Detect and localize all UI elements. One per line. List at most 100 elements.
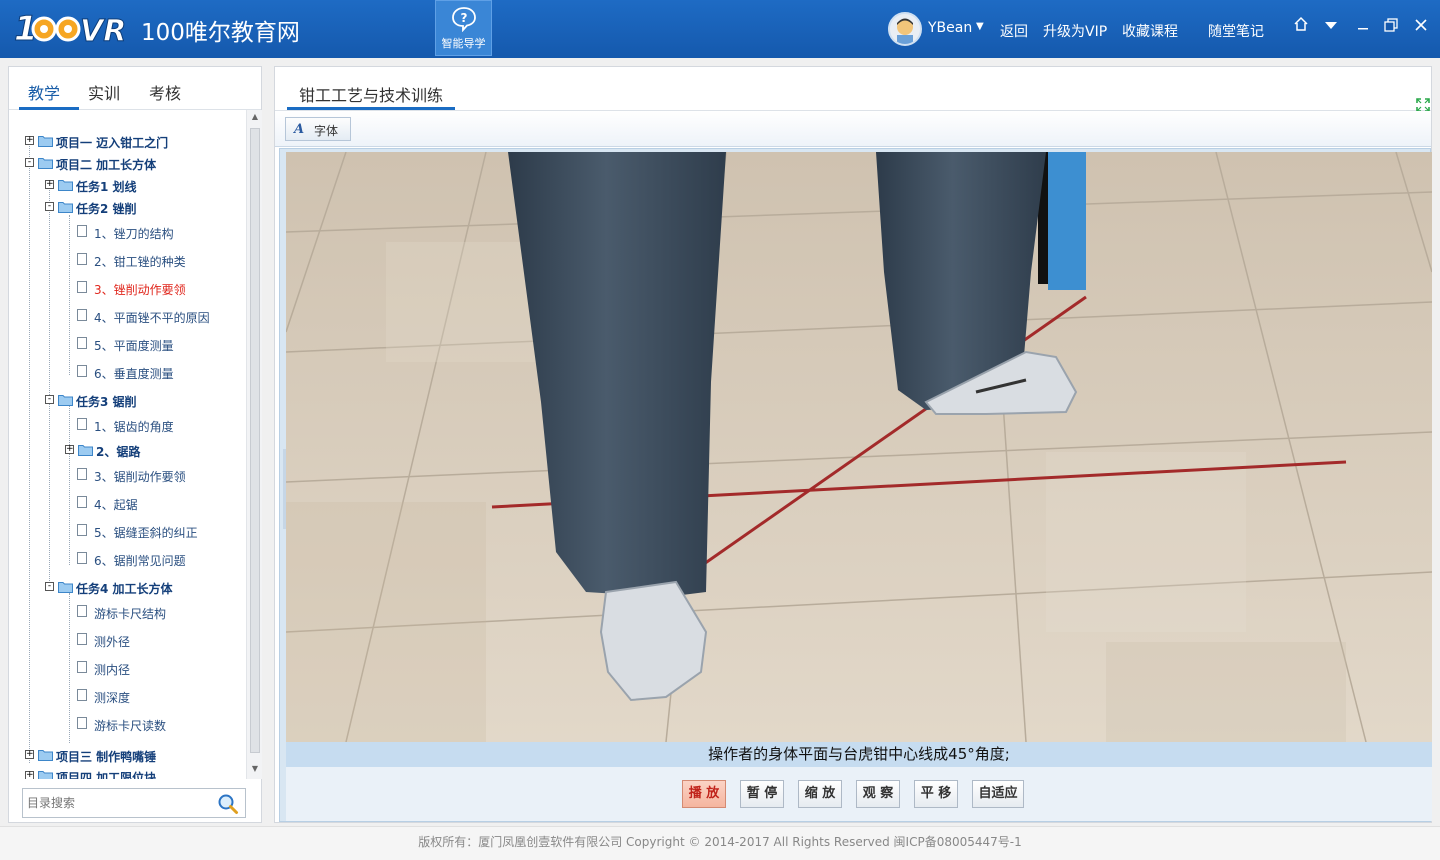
catalog-search-input[interactable] [27, 794, 207, 812]
tree-lesson-item[interactable]: 1、锉刀的结构 [77, 223, 245, 243]
tree-folder-item[interactable]: + 项目三 制作鸭嘴锤 [25, 746, 235, 766]
tree-lesson-item[interactable]: 4、平面锉不平的原因 [77, 307, 245, 327]
tree-lesson-item[interactable]: 6、锯削常见问题 [77, 550, 245, 570]
expand-toggle-icon[interactable]: + [65, 445, 74, 454]
document-icon [77, 661, 87, 673]
tree-item-label: 任务4 加工长方体 [76, 582, 173, 596]
tree-lesson-item[interactable]: 4、起锯 [77, 494, 245, 514]
tab-teaching[interactable]: 教学 [28, 80, 60, 104]
tree-folder-item[interactable]: + 任务1 划线 [45, 176, 245, 196]
caption-text: 操作者的身体平面与台虎钳中心线成45°角度; [708, 745, 1010, 763]
folder-icon [78, 445, 93, 456]
tree-lesson-item[interactable]: 6、垂直度测量 [77, 363, 245, 383]
tree-folder-item[interactable]: - 项目二 加工长方体 [25, 154, 235, 174]
document-icon [77, 468, 87, 480]
play-button[interactable]: 播 放 [682, 780, 726, 808]
favorite-course-link[interactable]: 收藏课程 [1122, 21, 1178, 41]
tab-assessment[interactable]: 考核 [149, 80, 181, 104]
scroll-up-icon[interactable]: ▲ [250, 112, 260, 124]
active-tab-indicator [19, 107, 79, 110]
font-button[interactable]: A 字体 [285, 117, 351, 141]
tree-lesson-item[interactable]: 测深度 [77, 687, 245, 707]
font-button-label: 字体 [314, 124, 339, 138]
home-icon[interactable] [1290, 16, 1312, 38]
tree-lesson-item[interactable]: 5、平面度测量 [77, 335, 245, 355]
tree-item-label: 1、锯齿的角度 [94, 420, 174, 434]
tree-item-label: 任务3 锯削 [76, 395, 137, 409]
pause-button[interactable]: 暂 停 [740, 780, 784, 808]
tree-lesson-item[interactable]: 测外径 [77, 631, 245, 651]
upgrade-vip-link[interactable]: 升级为VIP [1043, 21, 1107, 41]
folder-icon [58, 202, 73, 213]
tab-training[interactable]: 实训 [88, 80, 120, 104]
tree-item-label: 6、锯削常见问题 [94, 554, 186, 568]
zoom-button[interactable]: 缩 放 [798, 780, 842, 808]
smart-guide-button[interactable]: ? 智能导学 [435, 0, 492, 56]
tree-item-label: 4、起锯 [94, 498, 138, 512]
document-icon [77, 524, 87, 536]
maximize-icon[interactable] [1380, 16, 1402, 38]
fullscreen-icon[interactable] [1416, 98, 1430, 112]
tree-item-label: 4、平面锉不平的原因 [94, 311, 210, 325]
tree-item-label: 2、锯路 [96, 445, 141, 459]
site-name: 100唯尔教育网 [141, 20, 300, 46]
tree-lesson-item[interactable]: 游标卡尺结构 [77, 603, 245, 623]
folder-icon [38, 136, 53, 147]
collapse-toggle-icon[interactable]: - [45, 202, 54, 211]
tree-lesson-item[interactable]: 游标卡尺读数 [77, 715, 245, 735]
scroll-down-icon[interactable]: ▼ [250, 764, 260, 776]
scrollbar-thumb[interactable] [250, 128, 260, 753]
catalog-search [22, 788, 246, 818]
class-notes-link[interactable]: 随堂笔记 [1208, 21, 1264, 41]
tree-folder-item[interactable]: - 任务4 加工长方体 [45, 578, 245, 598]
collapse-toggle-icon[interactable]: - [45, 582, 54, 591]
user-avatar-icon [897, 18, 913, 44]
expand-toggle-icon[interactable]: + [25, 136, 34, 145]
tree-lesson-item[interactable]: 测内径 [77, 659, 245, 679]
player-controls: 播 放 暂 停 缩 放 观 察 平 移 自适应 [286, 767, 1432, 821]
collapse-toggle-icon[interactable]: - [45, 395, 54, 404]
document-icon [77, 309, 87, 321]
tree-item-label: 1、锉刀的结构 [94, 227, 174, 241]
svg-text:VR: VR [80, 14, 126, 48]
pan-button[interactable]: 平 移 [914, 780, 958, 808]
footer: 版权所有：厦门凤凰创壹软件有限公司 Copyright © 2014-2017 … [0, 826, 1440, 860]
observe-button[interactable]: 观 察 [856, 780, 900, 808]
svg-text:?: ? [460, 11, 467, 25]
expand-toggle-icon[interactable]: + [25, 771, 34, 779]
tree-folder-item[interactable]: + 项目四 加工限位块 [25, 767, 235, 779]
document-icon [77, 633, 87, 645]
back-link[interactable]: 返回 [1000, 21, 1028, 41]
title-bar: 1 VR 100唯尔教育网 ? 智能导学 YBean ▼ 返回 升级为VIP 收… [0, 0, 1440, 58]
collapse-toggle-icon[interactable]: - [25, 158, 34, 167]
minimize-icon[interactable] [1352, 16, 1374, 38]
username[interactable]: YBean [928, 20, 972, 36]
tree-lesson-item[interactable]: 2、钳工锉的种类 [77, 251, 245, 271]
tree-guide-line [29, 143, 30, 763]
tree-folder-item[interactable]: +2、锯路 [65, 441, 245, 461]
tree-folder-item[interactable]: + 项目一 迈入钳工之门 [25, 132, 235, 152]
catalog-scrollbar[interactable]: ▲ ▼ [246, 110, 262, 779]
tree-item-label: 任务2 锉削 [76, 202, 137, 216]
search-icon[interactable] [217, 793, 239, 815]
tree-item-label: 任务1 划线 [76, 180, 137, 194]
catalog-tree: + 项目一 迈入钳工之门 - 项目二 加工长方体 + 任务1 划线 - 任务2 锉削 1、锉刀的… [9, 115, 245, 779]
expand-toggle-icon[interactable]: + [25, 750, 34, 759]
tree-lesson-item[interactable]: 5、锯缝歪斜的纠正 [77, 522, 245, 542]
course-title-tab[interactable]: 钳工工艺与技术训练 [299, 82, 443, 106]
fit-button[interactable]: 自适应 [972, 780, 1024, 808]
3d-player: 操作者的身体平面与台虎钳中心线成45°角度; 播 放 暂 停 缩 放 观 察 平… [279, 148, 1432, 822]
expand-toggle-icon[interactable]: + [45, 180, 54, 189]
close-icon[interactable] [1410, 16, 1432, 38]
dropdown-menu-icon[interactable] [1320, 16, 1342, 38]
lesson-toolbar: A 字体 [275, 111, 1431, 147]
3d-scene-viewport[interactable] [286, 152, 1432, 742]
avatar[interactable] [888, 12, 922, 46]
tree-folder-item[interactable]: - 任务2 锉削 [45, 198, 245, 218]
tree-lesson-item[interactable]: 3、锉削动作要领 [77, 279, 245, 299]
tree-lesson-item[interactable]: 3、锯削动作要领 [77, 466, 245, 486]
folder-icon [38, 750, 53, 761]
tree-folder-item[interactable]: - 任务3 锯削 [45, 391, 245, 411]
tree-lesson-item[interactable]: 1、锯齿的角度 [77, 416, 245, 436]
chevron-down-icon[interactable]: ▼ [976, 21, 984, 32]
